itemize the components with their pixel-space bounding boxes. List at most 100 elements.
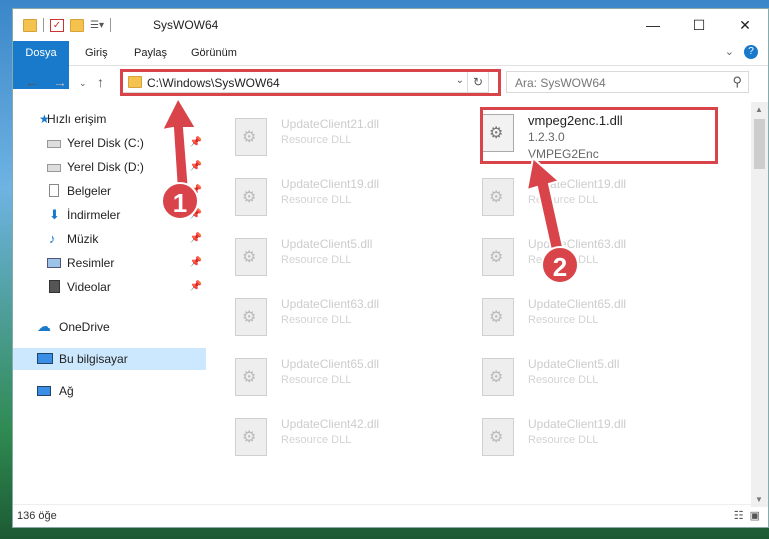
list-item[interactable]: UpdateClient21.dll Resource DLL xyxy=(213,114,443,162)
sidebar-item-onedrive[interactable]: ☁ OneDrive xyxy=(13,316,206,338)
file-description: Resource DLL xyxy=(281,314,352,326)
item-count: 136 öğe xyxy=(17,510,57,522)
file-description: Resource DLL xyxy=(281,374,352,386)
large-icons-view-icon[interactable]: ▣ xyxy=(750,509,760,522)
file-name: UpdateClient5.dll xyxy=(528,357,620,371)
file-name: UpdateClient42.dll xyxy=(281,417,380,431)
expand-ribbon-icon[interactable]: ⌄ xyxy=(725,45,734,59)
back-arrow-icon[interactable]: ← xyxy=(25,74,39,90)
title-bar: ✓ ☰▾ SysWOW64 — ☐ ✕ xyxy=(13,9,768,41)
search-placeholder: Ara: SysWOW64 xyxy=(515,76,606,90)
list-item[interactable]: UpdateClient42.dll Resource DLL xyxy=(213,414,443,462)
file-name: UpdateClient21.dll xyxy=(281,117,380,131)
file-description: Resource DLL xyxy=(281,434,352,446)
step-badge-2: 2 xyxy=(541,246,579,284)
status-bar: 136 öğe ☷ ▣ xyxy=(13,504,768,527)
file-name: UpdateClient5.dll xyxy=(281,237,373,251)
dll-file-icon xyxy=(482,178,514,216)
sidebar-item-pictures[interactable]: Resimler 📌 xyxy=(13,252,206,274)
help-icon[interactable]: ? xyxy=(744,45,758,59)
step-badge-1: 1 xyxy=(161,182,199,220)
properties-icon[interactable]: ✓ xyxy=(50,18,64,32)
list-item[interactable]: UpdateClient19.dll Resource DLL xyxy=(213,174,443,222)
computer-icon xyxy=(37,353,53,364)
sidebar-item-label: İndirmeler xyxy=(67,208,121,222)
scroll-up-icon[interactable]: ▲ xyxy=(755,105,763,114)
scrollbar-thumb[interactable] xyxy=(754,119,765,169)
quick-access-toolbar: ✓ ☰▾ xyxy=(23,18,111,32)
recent-locations-icon[interactable]: ⌄ xyxy=(79,78,87,89)
explorer-window: ✓ ☰▾ SysWOW64 — ☐ ✕ Dosya Giriş Paylaş G… xyxy=(12,8,769,528)
sidebar-item-videos[interactable]: Videolar 📌 xyxy=(13,276,206,298)
list-item[interactable]: UpdateClient63.dll Resource DLL xyxy=(213,294,443,342)
list-item[interactable]: UpdateClient65.dll Resource DLL xyxy=(460,294,690,342)
file-description: Resource DLL xyxy=(528,434,599,446)
tab-share[interactable]: Paylaş xyxy=(134,41,167,65)
pin-icon[interactable]: 📌 xyxy=(190,252,202,274)
sidebar-item-label: Belgeler xyxy=(67,184,112,198)
file-description: Resource DLL xyxy=(281,194,352,206)
sidebar-item-label: Ağ xyxy=(59,384,74,398)
dll-file-icon xyxy=(482,238,514,276)
documents-icon xyxy=(49,184,59,197)
minimize-button[interactable]: — xyxy=(630,9,676,41)
new-folder-icon[interactable] xyxy=(70,18,84,32)
pictures-icon xyxy=(47,258,61,268)
folder-icon xyxy=(23,18,37,32)
file-description: Resource DLL xyxy=(528,314,599,326)
list-item[interactable]: UpdateClient5.dll Resource DLL xyxy=(213,234,443,282)
vertical-scrollbar[interactable]: ▲ ▼ xyxy=(751,102,768,507)
file-name: UpdateClient65.dll xyxy=(528,297,627,311)
cloud-icon: ☁ xyxy=(37,318,51,334)
dll-file-icon xyxy=(235,298,267,336)
file-name: UpdateClient19.dll xyxy=(528,417,627,431)
ribbon-tabs: Dosya Giriş Paylaş Görünüm ⌄ ? xyxy=(13,41,768,89)
sidebar-item-label: Videolar xyxy=(67,280,111,294)
sidebar-item-label: Hızlı erişim xyxy=(47,112,107,126)
list-item[interactable]: UpdateClient5.dll Resource DLL xyxy=(460,354,690,402)
maximize-button[interactable]: ☐ xyxy=(676,9,722,41)
customize-dropdown-icon[interactable]: ☰▾ xyxy=(90,20,104,31)
videos-icon xyxy=(49,280,60,293)
sidebar-item-this-pc[interactable]: Bu bilgisayar xyxy=(13,348,206,370)
tab-home[interactable]: Giriş xyxy=(85,41,108,65)
sidebar-item-label: Resimler xyxy=(67,256,115,270)
close-button[interactable]: ✕ xyxy=(722,9,768,41)
file-description: Resource DLL xyxy=(281,134,352,146)
pin-icon[interactable]: 📌 xyxy=(190,228,202,250)
sidebar-item-label: Yerel Disk (D:) xyxy=(67,160,144,174)
file-description: Resource DLL xyxy=(528,374,599,386)
dll-file-icon xyxy=(235,418,267,456)
dll-file-icon xyxy=(235,118,267,156)
download-icon: ⬇ xyxy=(49,207,60,222)
sidebar-item-label: OneDrive xyxy=(59,320,110,334)
tab-view[interactable]: Görünüm xyxy=(191,41,237,65)
file-name: UpdateClient63.dll xyxy=(281,297,380,311)
dll-file-icon xyxy=(235,238,267,276)
scroll-down-icon[interactable]: ▼ xyxy=(755,495,763,504)
search-input[interactable]: Ara: SysWOW64 ⚲ xyxy=(506,71,749,93)
sidebar-item-label: Bu bilgisayar xyxy=(59,352,128,366)
dll-file-icon xyxy=(482,418,514,456)
up-arrow-icon[interactable]: ↑ xyxy=(97,74,104,90)
dll-file-icon xyxy=(482,298,514,336)
sidebar-item-label: Müzik xyxy=(67,232,99,246)
divider xyxy=(43,18,44,32)
forward-arrow-icon[interactable]: → xyxy=(53,74,67,90)
pin-icon[interactable]: 📌 xyxy=(190,276,202,298)
drive-icon xyxy=(47,164,61,172)
file-description: Resource DLL xyxy=(281,254,352,266)
list-item[interactable]: UpdateClient65.dll Resource DLL xyxy=(213,354,443,402)
list-item[interactable]: UpdateClient19.dll Resource DLL xyxy=(460,414,690,462)
dll-file-icon xyxy=(482,358,514,396)
sidebar-item-network[interactable]: Ağ xyxy=(13,380,206,402)
window-title: SysWOW64 xyxy=(153,18,219,32)
file-name: UpdateClient65.dll xyxy=(281,357,380,371)
details-view-icon[interactable]: ☷ xyxy=(734,509,744,522)
network-icon xyxy=(37,386,51,396)
drive-icon xyxy=(47,140,61,148)
search-icon: ⚲ xyxy=(732,74,742,89)
dll-file-icon xyxy=(235,178,267,216)
music-icon: ♪ xyxy=(49,231,56,246)
sidebar-item-music[interactable]: ♪ Müzik 📌 xyxy=(13,228,206,250)
